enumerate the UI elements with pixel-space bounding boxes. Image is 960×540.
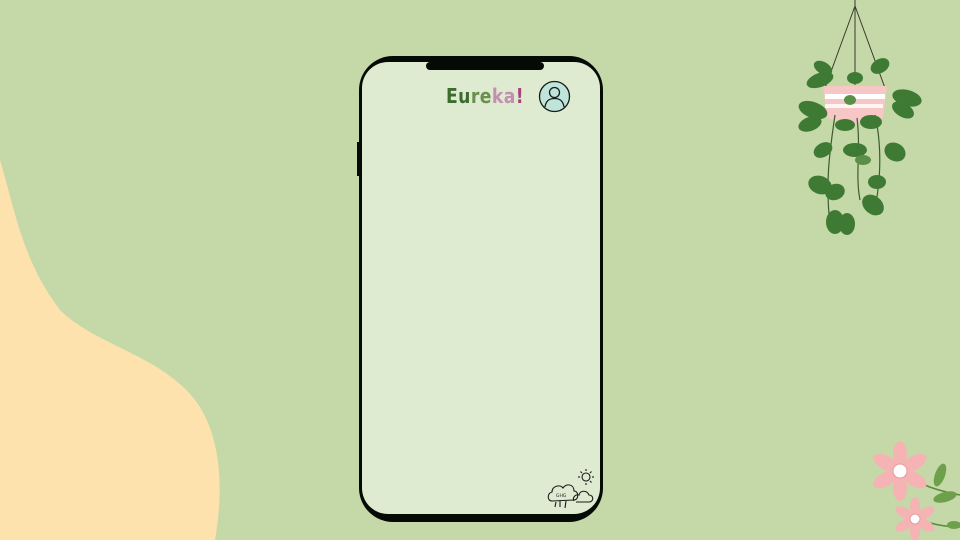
decorative-blob [0,160,220,540]
profile-button[interactable] [538,80,571,113]
background-scene: Eureka! GHG [0,0,960,540]
hanging-plant-illustration [798,0,922,235]
app-title-part: ka [491,84,516,108]
app-title: Eureka! [446,82,524,110]
app-title-part: ! [515,84,525,108]
weather-ghg-icon[interactable]: GHG [546,467,598,511]
user-avatar-icon [538,80,571,113]
ghg-label: GHG [556,493,567,499]
app-title-part: re [470,84,492,108]
phone-screen [362,62,600,514]
app-title-part: Eu [446,84,471,108]
flower-illustration [873,441,960,540]
cloud-sun-icon: GHG [547,469,594,509]
